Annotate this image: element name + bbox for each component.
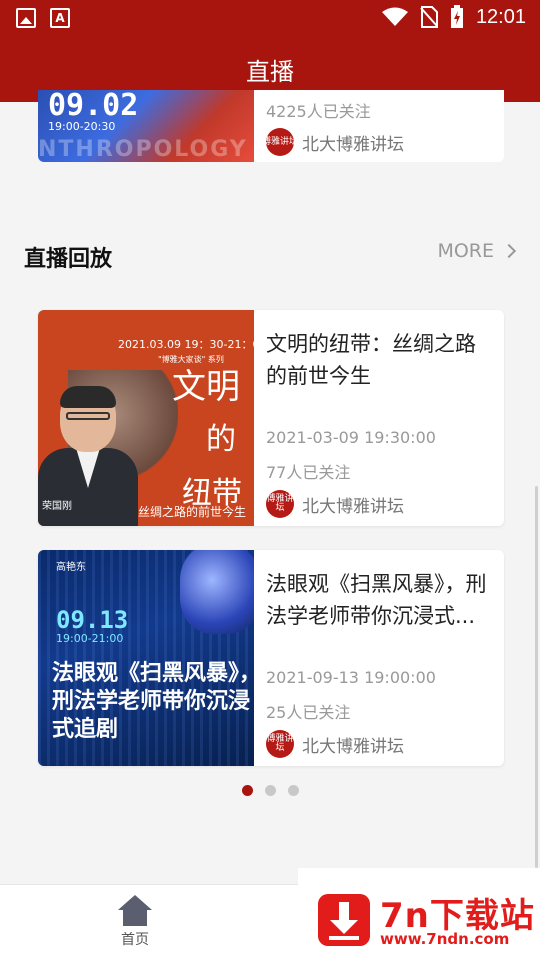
replay-date: 2021-09-13 19:00:00 <box>266 668 436 687</box>
scrollbar[interactable] <box>535 486 538 868</box>
thumb-bottom-text: NTHROPOLOGY <box>38 137 248 162</box>
organizer: 博雅讲坛 北大博雅讲坛 <box>266 730 404 758</box>
thumb-time: 19:00-20:30 <box>48 120 116 133</box>
thumb-title-1: 文明 <box>172 367 240 407</box>
page-dot-3[interactable] <box>288 785 299 796</box>
follower-count: 77人已关注 <box>266 463 351 482</box>
follower-count: 4225人已关注 <box>266 102 371 121</box>
nav-home-label: 首页 <box>121 932 149 948</box>
organizer-logo-icon: 博雅讲坛 <box>266 730 294 758</box>
thumb-dateline: 2021.03.09 19：30-21：00 <box>118 338 254 351</box>
page-dot-1[interactable] <box>242 785 253 796</box>
follower-count: 25人已关注 <box>266 703 351 722</box>
replay-date: 2021-03-09 19:30:00 <box>266 428 436 447</box>
replay-title: 法眼观《扫黑风暴》，刑法学老师带你沉浸式... <box>266 572 487 628</box>
replay-thumbnail: 2021.03.09 19：30-21：00 "博雅大家谈" 系列 文明 的 纽… <box>38 310 254 526</box>
thumb-date: 09.13 <box>56 606 129 634</box>
no-sim-icon <box>420 6 438 28</box>
home-icon <box>118 895 152 927</box>
organizer-name: 北大博雅讲坛 <box>302 496 404 517</box>
replay-card[interactable]: 2021.03.09 19：30-21：00 "博雅大家谈" 系列 文明 的 纽… <box>38 310 504 526</box>
watermark-url: www.7ndn.com <box>380 930 510 948</box>
status-time: 12:01 <box>475 5 526 28</box>
thumb-title-2: 的 <box>206 422 236 457</box>
wifi-icon <box>381 7 408 26</box>
gallery-notification-icon <box>16 8 36 28</box>
pagination-dots <box>242 785 299 796</box>
font-notification-icon: A <box>50 8 70 28</box>
nav-home-tab[interactable]: 首页 <box>110 895 160 949</box>
organizer: 博雅讲坛 北大博雅讲坛 <box>266 490 404 518</box>
replay-card[interactable]: 高艳东 09.13 19:00-21:00 法眼观《扫黑风暴》，刑法学老师带你沉… <box>38 550 504 766</box>
thumb-title: 法眼观《扫黑风暴》，刑法学老师带你沉浸式追剧 <box>52 661 254 742</box>
live-card-thumbnail: 09.02 19:00-20:30 NTHROPOLOGY <box>38 90 254 162</box>
battery-charging-icon <box>450 5 463 28</box>
speaker-name: 高艳东 <box>56 562 86 573</box>
chevron-right-icon <box>501 243 517 259</box>
organizer-logo-icon: 博雅讲坛 <box>266 490 294 518</box>
status-bar: A 12:01 <box>0 0 540 36</box>
glass-image <box>180 550 254 634</box>
thumb-time: 19:00-21:00 <box>56 632 124 645</box>
watermark-logo: 7n下载站 www.7ndn.com <box>298 868 540 960</box>
organizer-name: 北大博雅讲坛 <box>302 134 404 155</box>
page-title: 直播 <box>246 57 294 86</box>
speaker-name: 荣国刚 <box>42 501 72 512</box>
replay-thumbnail: 高艳东 09.13 19:00-21:00 法眼观《扫黑风暴》，刑法学老师带你沉… <box>38 550 254 766</box>
download-icon <box>318 894 370 946</box>
organizer: 博雅讲坛 北大博雅讲坛 <box>262 128 404 156</box>
page-dot-2[interactable] <box>265 785 276 796</box>
more-link[interactable]: MORE <box>437 240 517 262</box>
more-label: MORE <box>437 240 494 262</box>
replay-title: 文明的纽带：丝绸之路的前世今生 <box>266 332 476 388</box>
organizer-name: 北大博雅讲坛 <box>302 736 404 757</box>
thumb-date: 09.02 <box>48 90 139 123</box>
section-title: 直播回放 <box>24 247 113 272</box>
thumb-subtitle: 丝绸之路的前世今生 <box>137 505 246 519</box>
organizer-logo-icon: 博雅讲坛 <box>262 128 298 156</box>
live-card-previous[interactable]: 09.02 19:00-20:30 NTHROPOLOGY 4225人已关注 博… <box>38 90 504 162</box>
